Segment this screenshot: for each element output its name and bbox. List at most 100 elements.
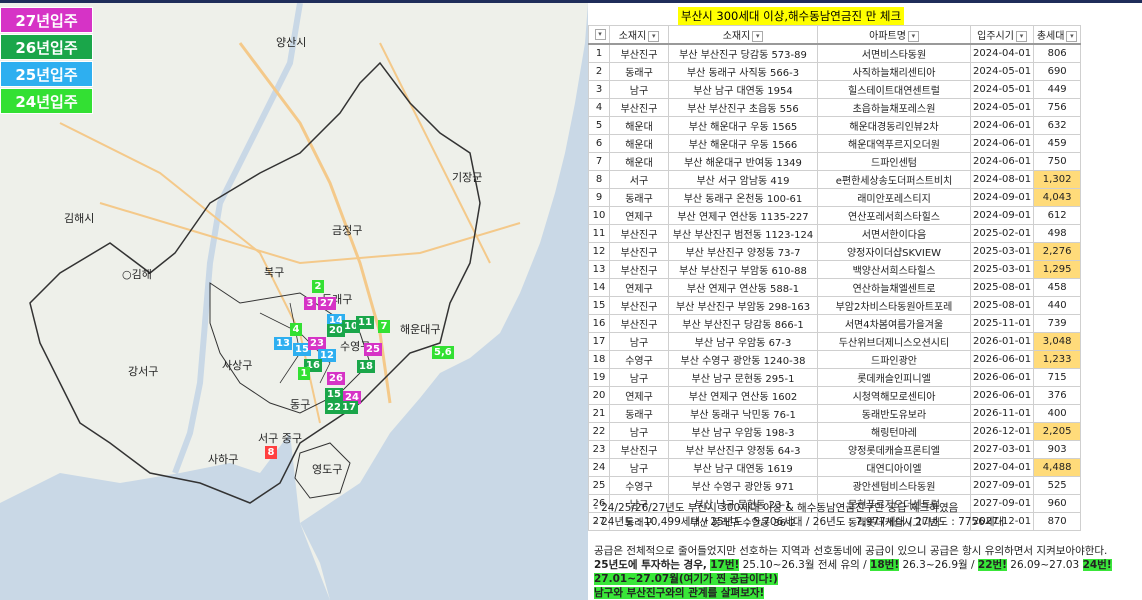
cell-apt-name[interactable]: 연산하늘채엘센트로 (817, 278, 971, 297)
table-row[interactable]: 6 해운대 부산 해운대구 우동 1566 해운대역푸르지오더원 2024-06-01 4… (588, 134, 1082, 153)
cell-units[interactable]: 756 (1033, 98, 1082, 117)
header-district[interactable]: 소재지 ▾ (609, 25, 669, 45)
cell-district[interactable]: 연제구 (609, 206, 669, 225)
cell-apt-name[interactable]: 동래반도유보라 (817, 404, 971, 423)
cell-apt-name[interactable]: 시청역해모로센티아 (817, 386, 971, 405)
cell-units[interactable]: 525 (1033, 476, 1082, 495)
cell-units[interactable]: 4,488 (1033, 458, 1082, 477)
cell-district[interactable]: 해운대 (609, 116, 669, 135)
cell-no[interactable]: 20 (588, 386, 610, 405)
table-row[interactable]: 22 남구 부산 남구 우암동 198-3 해링턴마레 2026-12-01 2,205 (588, 422, 1082, 441)
map-marker[interactable]: 15 (325, 388, 343, 401)
cell-move-in[interactable]: 2025-03-01 (969, 260, 1035, 279)
cell-move-in[interactable]: 2024-06-01 (969, 152, 1035, 171)
table-row[interactable]: 11 부산진구 부산 부산진구 범전동 1123-124 서면서한이다음 2025-02… (588, 224, 1082, 243)
cell-district[interactable]: 부산진구 (609, 314, 669, 333)
cell-apt-name[interactable]: 드파인광안 (817, 350, 971, 369)
cell-move-in[interactable]: 2024-05-01 (969, 98, 1035, 117)
cell-units[interactable]: 960 (1033, 494, 1082, 513)
cell-units[interactable]: 3,048 (1033, 332, 1082, 351)
cell-apt-name[interactable]: 대연디아이엘 (817, 458, 971, 477)
cell-no[interactable]: 1 (588, 43, 610, 63)
cell-apt-name[interactable]: 래미안포레스티지 (817, 188, 971, 207)
cell-address[interactable]: 부산 연제구 연산동 588-1 (668, 278, 818, 297)
cell-no[interactable]: 7 (588, 152, 610, 171)
header-move-in[interactable]: 입주시기 ▾ (969, 25, 1035, 45)
cell-address[interactable]: 부산 부산진구 양정동 73-7 (668, 242, 818, 261)
cell-district[interactable]: 서구 (609, 170, 669, 189)
cell-apt-name[interactable]: 서면비스타동원 (817, 43, 971, 63)
map-marker[interactable]: 26 (327, 372, 345, 385)
cell-district[interactable]: 해운대 (609, 152, 669, 171)
cell-apt-name[interactable]: 백양산서희스타힐스 (817, 260, 971, 279)
map-marker[interactable]: 18 (357, 360, 375, 373)
filter-dropdown-icon[interactable]: ▾ (1066, 30, 1078, 42)
table-row[interactable]: 15 부산진구 부산 부산진구 부암동 298-163 부암2차비스타동원아트포레 20… (588, 296, 1082, 315)
cell-address[interactable]: 부산 해운대구 우동 1566 (668, 134, 818, 153)
cell-district[interactable]: 동래구 (609, 62, 669, 81)
cell-no[interactable]: 11 (588, 224, 610, 243)
cell-address[interactable]: 부산 남구 우암동 198-3 (668, 422, 818, 441)
map-marker[interactable]: 3 (304, 297, 316, 310)
cell-apt-name[interactable]: 해운대경동리인뷰2차 (817, 116, 971, 135)
cell-move-in[interactable]: 2026-11-01 (969, 404, 1035, 423)
cell-district[interactable]: 동래구 (609, 404, 669, 423)
table-row[interactable]: 17 남구 부산 남구 우암동 67-3 두산위브더제니스오션시티 2026-01-01… (588, 332, 1082, 351)
cell-address[interactable]: 부산 부산진구 부암동 298-163 (668, 296, 818, 315)
cell-no[interactable]: 2 (588, 62, 610, 81)
cell-address[interactable]: 부산 부산진구 양정동 64-3 (668, 440, 818, 459)
cell-move-in[interactable]: 2025-08-01 (969, 278, 1035, 297)
cell-address[interactable]: 부산 남구 대연동 1619 (668, 458, 818, 477)
table-row[interactable]: 7 해운대 부산 해운대구 반여동 1349 드파인센텀 2024-06-01 750 (588, 152, 1082, 171)
cell-move-in[interactable]: 2025-03-01 (969, 242, 1035, 261)
cell-move-in[interactable]: 2024-06-01 (969, 116, 1035, 135)
cell-address[interactable]: 부산 서구 암남동 419 (668, 170, 818, 189)
cell-move-in[interactable]: 2024-09-01 (969, 206, 1035, 225)
cell-no[interactable]: 15 (588, 296, 610, 315)
table-row[interactable]: 12 부산진구 부산 부산진구 양정동 73-7 양정자이더샵SKVIEW 2025-0… (588, 242, 1082, 261)
cell-district[interactable]: 해운대 (609, 134, 669, 153)
map-marker[interactable]: 25 (364, 343, 382, 356)
header-address[interactable]: 소재지 ▾ (668, 25, 818, 45)
filter-dropdown-icon[interactable]: ▾ (752, 30, 764, 42)
cell-units[interactable]: 2,205 (1033, 422, 1082, 441)
map-marker[interactable]: 27 (318, 297, 336, 310)
cell-apt-name[interactable]: 서면서한이다음 (817, 224, 971, 243)
table-row[interactable]: 13 부산진구 부산 부산진구 부암동 610-88 백양산서희스타힐스 2025-03… (588, 260, 1082, 279)
cell-no[interactable]: 23 (588, 440, 610, 459)
cell-address[interactable]: 부산 부산진구 부암동 610-88 (668, 260, 818, 279)
table-row[interactable]: 10 연제구 부산 연제구 연산동 1135-227 연산포레서희스타힐스 2024-0… (588, 206, 1082, 225)
cell-district[interactable]: 부산진구 (609, 440, 669, 459)
cell-district[interactable]: 남구 (609, 458, 669, 477)
header-no[interactable]: ▾ (588, 25, 610, 45)
cell-move-in[interactable]: 2026-01-01 (969, 332, 1035, 351)
table-row[interactable]: 21 동래구 부산 동래구 낙민동 76-1 동래반도유보라 2026-11-01 400 (588, 404, 1082, 423)
cell-district[interactable]: 부산진구 (609, 260, 669, 279)
cell-no[interactable]: 22 (588, 422, 610, 441)
cell-apt-name[interactable]: 연산포레서희스타힐스 (817, 206, 971, 225)
cell-units[interactable]: 632 (1033, 116, 1082, 135)
table-row[interactable]: 2 동래구 부산 동래구 사직동 566-3 사직하늘채리센티아 2024-05-01 6… (588, 62, 1082, 81)
filter-dropdown-icon[interactable]: ▾ (594, 28, 606, 40)
cell-no[interactable]: 5 (588, 116, 610, 135)
cell-units[interactable]: 1,295 (1033, 260, 1082, 279)
cell-move-in[interactable]: 2024-05-01 (969, 62, 1035, 81)
cell-no[interactable]: 13 (588, 260, 610, 279)
table-row[interactable]: 19 남구 부산 남구 문현동 295-1 롯데캐슬인피니엘 2026-06-01 715 (588, 368, 1082, 387)
map-marker[interactable]: 8 (265, 446, 277, 459)
cell-move-in[interactable]: 2027-04-01 (969, 458, 1035, 477)
cell-address[interactable]: 부산 해운대구 우동 1565 (668, 116, 818, 135)
cell-district[interactable]: 수영구 (609, 350, 669, 369)
cell-apt-name[interactable]: 양정롯데캐슬프론티엘 (817, 440, 971, 459)
map-marker[interactable]: 17 (340, 401, 358, 414)
cell-units[interactable]: 690 (1033, 62, 1082, 81)
cell-district[interactable]: 부산진구 (609, 296, 669, 315)
cell-units[interactable]: 449 (1033, 80, 1082, 99)
cell-units[interactable]: 498 (1033, 224, 1082, 243)
cell-address[interactable]: 부산 부산진구 초읍동 556 (668, 98, 818, 117)
cell-address[interactable]: 부산 수영구 광안동 971 (668, 476, 818, 495)
cell-move-in[interactable]: 2026-12-01 (969, 422, 1035, 441)
cell-move-in[interactable]: 2026-06-01 (969, 386, 1035, 405)
cell-units[interactable]: 750 (1033, 152, 1082, 171)
cell-no[interactable]: 4 (588, 98, 610, 117)
